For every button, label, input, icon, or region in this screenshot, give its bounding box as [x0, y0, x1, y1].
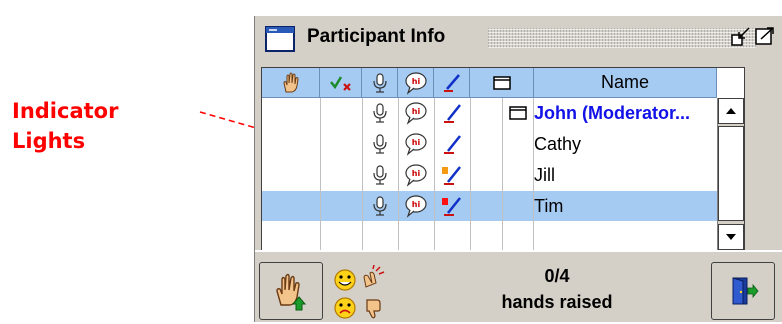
microphone-icon[interactable] [362, 191, 398, 221]
window-title: Participant Info [307, 26, 446, 47]
maximize-icon[interactable] [755, 26, 775, 46]
chat-bubble-icon[interactable]: hi [398, 160, 434, 190]
title-grip [488, 28, 756, 48]
arrow-up-icon [726, 108, 736, 114]
participant-row[interactable]: hi Jill [262, 160, 744, 190]
chat-bubble-icon[interactable]: hi [398, 129, 434, 159]
vertical-scrollbar[interactable] [717, 98, 744, 250]
svg-text:hi: hi [412, 200, 421, 209]
participant-row[interactable]: hi Tim [262, 191, 744, 221]
participant-info-panel: Participant Info hi Name hi John (Modera… [254, 16, 782, 322]
microphone-icon[interactable] [362, 160, 398, 190]
pen-indicator-icon[interactable] [434, 160, 470, 190]
column-microphone[interactable] [362, 68, 398, 98]
participant-row[interactable]: hi John (Moderator... [262, 98, 744, 128]
svg-text:hi: hi [412, 169, 421, 178]
sad-face-icon[interactable] [331, 294, 359, 322]
smiley-icon[interactable] [331, 266, 359, 294]
hands-raised-count: 0/4 [544, 266, 570, 286]
participant-row[interactable]: hi Cathy [262, 129, 744, 159]
column-check[interactable] [320, 68, 362, 98]
microphone-icon[interactable] [362, 129, 398, 159]
microphone-icon[interactable] [362, 98, 398, 128]
svg-text:hi: hi [412, 107, 421, 116]
scroll-up-button[interactable] [718, 98, 744, 124]
raise-hand-button[interactable] [259, 262, 323, 320]
scroll-thumb[interactable] [718, 126, 744, 221]
exit-door-icon [732, 277, 759, 305]
participant-name[interactable]: Jill [534, 160, 742, 190]
bottom-toolbar: 0/4 hands raised [255, 250, 782, 324]
svg-text:hi: hi [412, 138, 421, 147]
title-bar[interactable]: Participant Info [255, 16, 782, 60]
pen-icon[interactable] [434, 129, 470, 159]
hands-raised-label: hands raised [501, 292, 613, 312]
chat-bubble-icon[interactable]: hi [398, 191, 434, 221]
participant-table: hi Name hi John (Moderator... hi Cathy hi [261, 67, 745, 251]
raise-hand-icon [276, 273, 307, 311]
participant-name[interactable]: Tim [534, 191, 742, 221]
pen-indicator-icon[interactable] [434, 191, 470, 221]
arrow-down-icon [726, 234, 736, 240]
pen-icon[interactable] [434, 98, 470, 128]
window-icon [265, 26, 295, 57]
chat-bubble-icon[interactable]: hi [398, 98, 434, 128]
participant-name[interactable]: Cathy [534, 129, 742, 159]
applause-icon[interactable] [359, 264, 387, 292]
exit-button[interactable] [711, 262, 775, 320]
svg-text:hi: hi [411, 77, 420, 86]
column-pen[interactable] [434, 68, 470, 98]
column-name[interactable]: Name [534, 68, 717, 98]
scroll-down-button[interactable] [718, 224, 744, 250]
whiteboard-icon[interactable] [502, 98, 533, 128]
minimize-icon[interactable] [731, 26, 751, 46]
column-whiteboard[interactable] [470, 68, 534, 98]
hands-raised-counter: 0/4 hands raised [403, 262, 711, 320]
participant-name[interactable]: John (Moderator... [534, 98, 742, 128]
column-chat[interactable]: hi [398, 68, 434, 98]
thumbs-down-icon[interactable] [359, 294, 387, 322]
column-hand-raise[interactable] [262, 68, 320, 98]
